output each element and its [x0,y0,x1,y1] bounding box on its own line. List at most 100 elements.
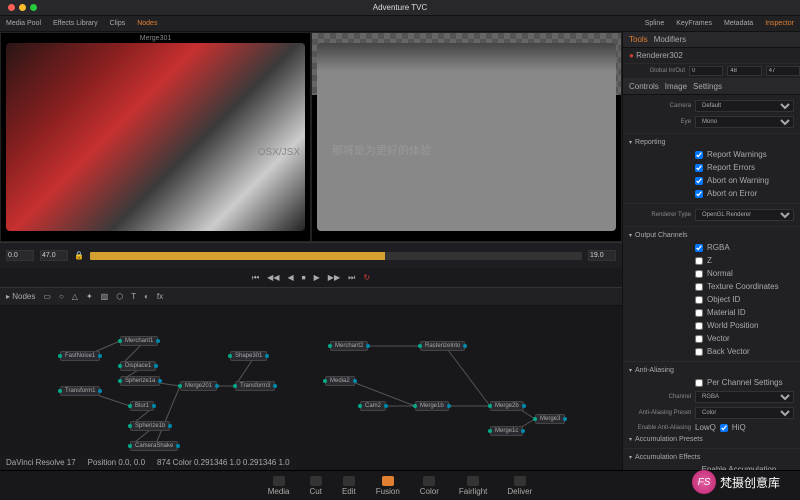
tool-icon[interactable]: ✦ [86,292,93,301]
aa-hiq[interactable]: HiQ [732,423,746,432]
sec-accum-presets[interactable]: Accumulation Presets [629,434,794,445]
tab-spline[interactable]: Spline [645,20,664,27]
tab-keyframes[interactable]: KeyFrames [676,20,712,27]
rewind-icon[interactable]: ◀◀ [267,273,279,282]
global-b[interactable] [727,66,761,76]
outch-cb[interactable] [695,283,703,291]
outch-cb[interactable] [695,244,703,252]
eye-select[interactable]: Mono [695,116,794,128]
page-cut[interactable]: Cut [310,476,322,496]
node-fastnoise1[interactable]: FastNoise1 [60,351,100,361]
aa-channel[interactable]: RGBA [695,391,794,403]
node-merge3[interactable]: Merge3 [535,414,565,424]
tab-inspector[interactable]: Inspector [765,20,794,27]
node-cam2[interactable]: Cam2 [360,401,386,411]
subtab-controls[interactable]: Controls [629,82,659,91]
tab-nodes[interactable]: Nodes [137,20,157,27]
goto-start-icon[interactable]: ⏮ [252,273,259,283]
aa-enable-cb[interactable] [720,424,728,432]
tool-icon[interactable]: ▨ [101,292,109,301]
time-start[interactable] [6,250,34,261]
outch-cb[interactable] [695,322,703,330]
node-spherize1b[interactable]: Spherize1b [130,421,170,431]
max-dot[interactable] [30,4,37,11]
tool-icon[interactable]: ○ [59,292,64,301]
time-fps[interactable] [588,250,616,261]
report-cb[interactable] [695,190,703,198]
close-dot[interactable] [8,4,15,11]
tab-clips[interactable]: Clips [110,20,126,27]
outch-cb[interactable] [695,309,703,317]
step-back-icon[interactable]: ◀ [287,273,293,282]
node-transform3[interactable]: Transform3 [235,381,275,391]
time-dur[interactable] [40,250,68,261]
min-dot[interactable] [19,4,26,11]
node-merge1c[interactable]: Merge1c [490,426,523,436]
subtab-image[interactable]: Image [665,82,687,91]
page-color[interactable]: Color [420,476,439,496]
node-graph[interactable]: FastNoise1 Transform1 Merchant1 Displace1 Sp… [0,306,622,470]
aa-lowq[interactable]: LowQ [695,423,716,432]
outch-cb[interactable] [695,348,703,356]
node-blur1[interactable]: Blur1 [130,401,154,411]
sec-reporting[interactable]: Reporting [629,137,794,148]
node-merchant1[interactable]: Merchant1 [120,336,158,346]
node-merge2b[interactable]: Merge2b [490,401,524,411]
per-channel-cb[interactable] [695,379,703,387]
sec-output-channels[interactable]: Output Channels [629,230,794,241]
viewer-right-content [317,43,616,231]
outch-cb[interactable] [695,296,703,304]
node-merge1b[interactable]: Merge1b [415,401,449,411]
outch-cb[interactable] [695,335,703,343]
tab-metadata[interactable]: Metadata [724,20,753,27]
node-spherize1a[interactable]: Spherize1a [120,376,160,386]
node-merge201[interactable]: Merge201 [180,381,217,391]
tab-effects-library[interactable]: Effects Library [53,20,98,27]
node-displace1[interactable]: Displace1 [120,361,156,371]
aa-preset[interactable]: Color [695,407,794,419]
global-a[interactable] [689,66,723,76]
outch-cb[interactable] [695,270,703,278]
viewer-right[interactable]: Merge2 那将是为更好的体验 [311,32,622,242]
report-cb[interactable] [695,151,703,159]
loop-icon[interactable]: ↻ [363,273,370,282]
lock-icon[interactable]: 🔒 [74,251,84,260]
page-media[interactable]: Media [268,476,290,496]
node-shape301[interactable]: Shape301 [230,351,267,361]
viewer-left[interactable]: Merge301 OSX/JSX [0,32,311,242]
tool-icon[interactable]: ⬡ [116,292,123,301]
node-transform1[interactable]: Transform1 [60,386,100,396]
stop-icon[interactable]: ⏹ [302,273,306,283]
page-deliver[interactable]: Deliver [507,476,532,496]
outch-cb[interactable] [695,257,703,265]
tool-icon[interactable]: fx [157,292,163,301]
inspector-tab-modifiers[interactable]: Modifiers [654,35,686,44]
page-fairlight[interactable]: Fairlight [459,476,487,496]
time-bar[interactable] [90,252,582,260]
sec-anti-aliasing[interactable]: Anti-Aliasing [629,365,794,376]
inspector-tab-tools[interactable]: Tools [629,35,648,44]
node-camerashake[interactable]: CameraShake [130,441,178,451]
subtab-settings[interactable]: Settings [693,82,722,91]
node-rasterizeinto[interactable]: RasterizeInto [420,341,465,351]
time-ruler[interactable]: 🔒 [0,242,622,268]
tool-icon[interactable]: ▭ [43,292,51,301]
camera-select[interactable]: Default [695,100,794,112]
node-media2[interactable]: Media2 [325,376,355,386]
tab-media-pool[interactable]: Media Pool [6,20,41,27]
node-merchant2[interactable]: Merchant2 [330,341,368,351]
tool-icon[interactable]: T [131,292,136,301]
page-edit[interactable]: Edit [342,476,356,496]
goto-end-icon[interactable]: ⏭ [348,273,355,283]
global-c[interactable] [766,66,800,76]
renderer-type[interactable]: OpenGL Renderer [695,209,794,221]
play-icon[interactable]: ▶ [314,273,320,282]
nodes-label[interactable]: ▸ Nodes [6,292,35,301]
page-fusion[interactable]: Fusion [376,476,400,496]
tool-icon[interactable]: △ [72,292,78,301]
sec-accum[interactable]: Accumulation Effects [629,452,794,463]
report-cb[interactable] [695,177,703,185]
step-fwd-icon[interactable]: ▶▶ [328,273,340,282]
tool-icon[interactable]: ◐ [144,292,149,301]
report-cb[interactable] [695,164,703,172]
